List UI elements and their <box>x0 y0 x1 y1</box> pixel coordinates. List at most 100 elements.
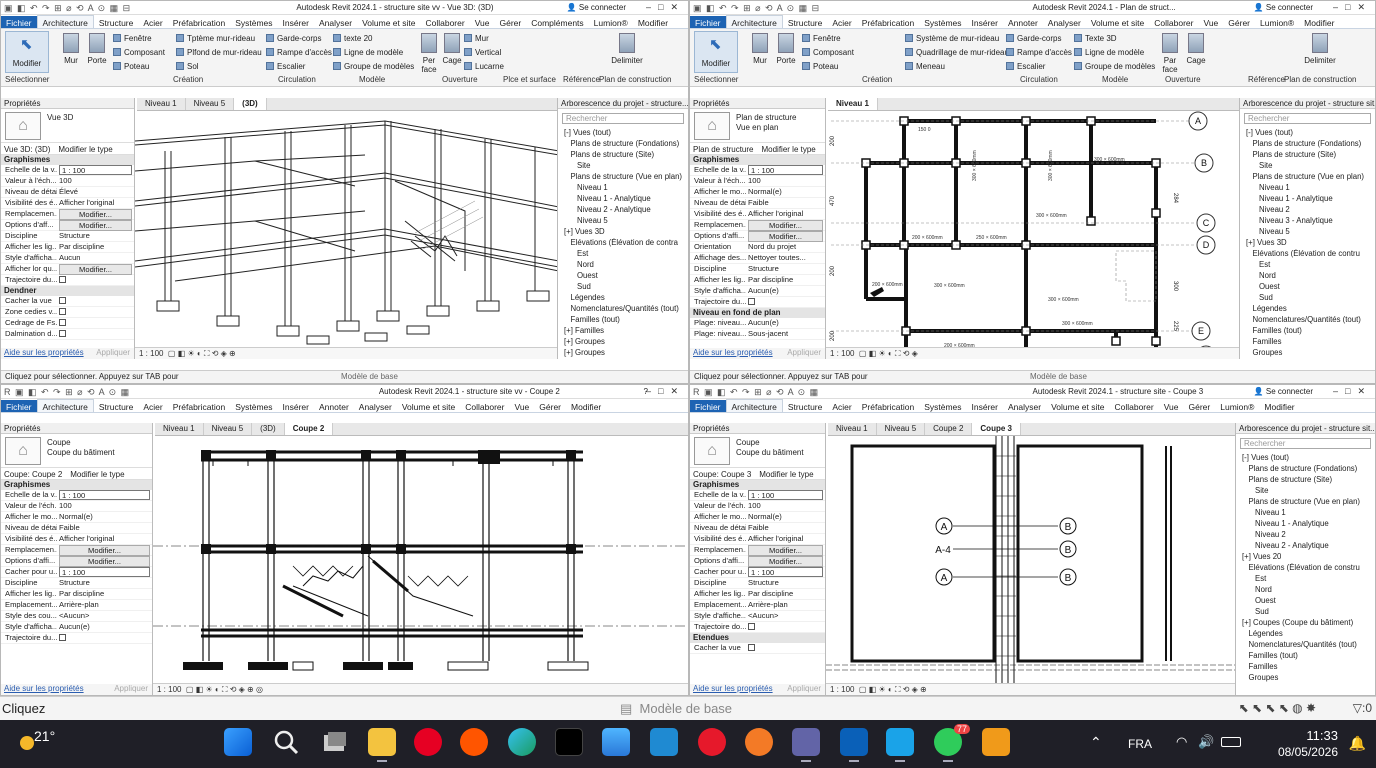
wall-button[interactable]: Mur <box>57 33 85 65</box>
view-tab[interactable]: Niveau 1 <box>828 98 878 110</box>
property-value[interactable]: Arrière-plan <box>748 600 823 609</box>
opera-icon[interactable] <box>698 728 726 756</box>
type-selector[interactable]: ⌂ Vue 3D <box>1 109 134 143</box>
quick-access-toolbar[interactable]: ▣ ◧ ↶ ↷ ⊞ ⌀ ⟲ A ⊙ ▦ ⊟ <box>693 3 820 14</box>
view-tab[interactable]: Coupe 2 <box>284 423 334 435</box>
ribbon-tab[interactable]: Modifier <box>566 400 606 412</box>
ribbon-tab[interactable]: Analyser <box>314 16 357 28</box>
property-value[interactable]: Afficher l'original <box>59 534 150 543</box>
ribbon-tab[interactable]: Structure <box>94 16 139 28</box>
property-checkbox[interactable] <box>59 307 132 317</box>
property-checkbox[interactable] <box>59 329 132 339</box>
browser-item[interactable]: Nomenclatures/Quantités (tout) <box>1236 640 1375 651</box>
opening-vertical-tool[interactable]: Vertical <box>464 48 501 57</box>
browser-item[interactable]: Ouest <box>1240 282 1375 293</box>
ribbon-tab[interactable]: Analyser <box>354 400 397 412</box>
selection-tools[interactable]: ⬉ ⬉ ⬉ ⬉ ◍ ✸ <box>1239 701 1316 715</box>
model-text-tool[interactable]: texte 20 <box>333 34 372 43</box>
property-value[interactable]: Modifier... <box>59 556 150 567</box>
browser-item[interactable]: Niveau 2 <box>1240 205 1375 216</box>
grid-bubble[interactable]: E <box>1198 326 1204 336</box>
window-controls[interactable]: –□✕ <box>1333 386 1372 397</box>
property-checkbox[interactable] <box>748 297 823 307</box>
curtain-grid-tool[interactable]: Quadrillage de mur-rideau <box>905 48 1009 57</box>
property-value[interactable]: <Aucun> <box>59 611 150 620</box>
ramp-tool[interactable]: Rampe d'accès <box>266 48 332 57</box>
ribbon-tab[interactable]: Volume et site <box>1046 400 1109 412</box>
browser-item[interactable]: Niveau 1 - Analytique <box>558 194 688 205</box>
property-value[interactable]: Par discipline <box>59 242 132 251</box>
browser-item[interactable]: Nomenclatures/Quantités (tout) <box>558 304 688 315</box>
column-tool[interactable]: Poteau <box>113 62 149 71</box>
property-value[interactable]: 1 : 100 <box>59 490 150 500</box>
filter-count[interactable]: ▽:0 <box>1353 701 1372 715</box>
door-button[interactable]: Porte <box>83 33 111 65</box>
view-tab[interactable]: Niveau 1 <box>155 423 204 435</box>
ribbon-tab[interactable]: Insérer <box>278 16 314 28</box>
apply-button[interactable]: Appliquer <box>96 348 130 357</box>
instance-row[interactable]: Plan de structure Modifier le type <box>690 143 825 155</box>
grid-bubble[interactable]: C <box>1203 218 1210 228</box>
browser-item[interactable]: Plans de structure (Fondations) <box>558 139 688 150</box>
plan-view-canvas[interactable]: 150 0 300 × 600mm 300 × 600mm 200 × 600m… <box>826 111 1239 347</box>
browser-item[interactable]: Plans de structure (Vue en plan) <box>1236 497 1375 508</box>
door-button[interactable]: Porte <box>772 33 800 65</box>
ribbon-tab[interactable]: Collaborer <box>1149 16 1198 28</box>
ribbon-tab[interactable]: Lumion® <box>1255 16 1299 28</box>
property-value[interactable]: 100 <box>59 176 132 185</box>
browser-item[interactable]: [-] Vues (tout) <box>1236 453 1375 464</box>
brave-icon[interactable] <box>745 728 773 756</box>
model-line-tool[interactable]: Ligne de modèle <box>1074 48 1144 57</box>
property-checkbox[interactable] <box>59 296 132 306</box>
browser-item[interactable]: Nomenclatures/Quantités (tout) <box>1240 315 1375 326</box>
ribbon-tab[interactable]: Vue <box>509 400 534 412</box>
property-value[interactable]: Structure <box>748 264 823 273</box>
ribbon-tab[interactable]: Préfabrication <box>168 16 230 28</box>
tiktok-icon[interactable] <box>555 728 583 756</box>
weather-widget[interactable]: 21° <box>20 728 60 760</box>
browser-item[interactable]: Plans de structure (Fondations) <box>1236 464 1375 475</box>
browser-item[interactable]: Ouest <box>1236 596 1375 607</box>
ribbon-tab[interactable]: Insérer <box>967 16 1003 28</box>
view-control-bar[interactable]: 1 : 100 ▢ ◧ ☀ ◐ ⛶ ⟲ ◈ ⊕ ◎ <box>153 683 688 695</box>
browser-item[interactable]: Niveau 5 <box>558 216 688 227</box>
ribbon-tab[interactable]: Systèmes <box>919 400 966 412</box>
view-tab[interactable]: Niveau 1 <box>828 423 877 435</box>
modify-button[interactable]: ⬉ Modifier <box>5 31 49 73</box>
curtain-grid-tool[interactable]: Plfond de mur-rideau <box>176 48 262 57</box>
property-value[interactable]: Afficher l'original <box>748 209 823 218</box>
property-value[interactable]: Modifier... <box>748 220 823 231</box>
property-value[interactable]: 100 <box>748 501 823 510</box>
browser-item[interactable]: Est <box>1236 574 1375 585</box>
grid-bubble[interactable]: B <box>1201 158 1207 168</box>
clock-date[interactable]: 08/05/2026 <box>1278 745 1338 759</box>
column-tool[interactable]: Poteau <box>802 62 838 71</box>
view-tab[interactable]: Coupe 3 <box>972 423 1021 435</box>
view-tab[interactable]: Coupe 2 <box>925 423 973 435</box>
property-value[interactable]: Par discipline <box>748 589 823 598</box>
ribbon-tab[interactable]: Gérer <box>1184 400 1216 412</box>
ribbon-tab[interactable]: Systèmes <box>230 400 277 412</box>
browser-item[interactable]: Site <box>558 161 688 172</box>
properties-help-link[interactable]: Aide sur les propriétés <box>693 348 773 357</box>
apply-button[interactable]: Appliquer <box>787 348 821 357</box>
property-value[interactable]: Aucun(e) <box>748 318 823 327</box>
browser-item[interactable]: Plans de structure (Site) <box>1236 475 1375 486</box>
browser-item[interactable]: Plans de structure (Vue en plan) <box>1240 172 1375 183</box>
property-value[interactable]: Faible <box>748 523 823 532</box>
battery-icon[interactable] <box>1221 737 1241 747</box>
browser-item[interactable]: Nord <box>1236 585 1375 596</box>
property-value[interactable]: Par discipline <box>59 589 150 598</box>
ribbon-tab[interactable]: Acier <box>138 400 167 412</box>
curtain-system-tool[interactable]: Tptème mur-rideau <box>176 34 255 43</box>
browser-item[interactable]: Groupes <box>1236 673 1375 684</box>
property-value[interactable]: 1 : 100 <box>748 490 823 500</box>
browser-item[interactable]: Niveau 2 - Analytique <box>558 205 688 216</box>
view-tab[interactable]: Niveau 5 <box>204 423 253 435</box>
view-tab[interactable]: (3D) <box>252 423 285 435</box>
property-value[interactable]: Élevé <box>59 187 132 196</box>
property-value[interactable]: 1 : 100 <box>748 165 823 175</box>
edit-type-button[interactable]: Modifier le type <box>58 145 112 154</box>
property-value[interactable]: Afficher l'original <box>748 534 823 543</box>
type-selector[interactable]: ⌂ Coupe Coupe du bâtiment <box>1 434 152 468</box>
